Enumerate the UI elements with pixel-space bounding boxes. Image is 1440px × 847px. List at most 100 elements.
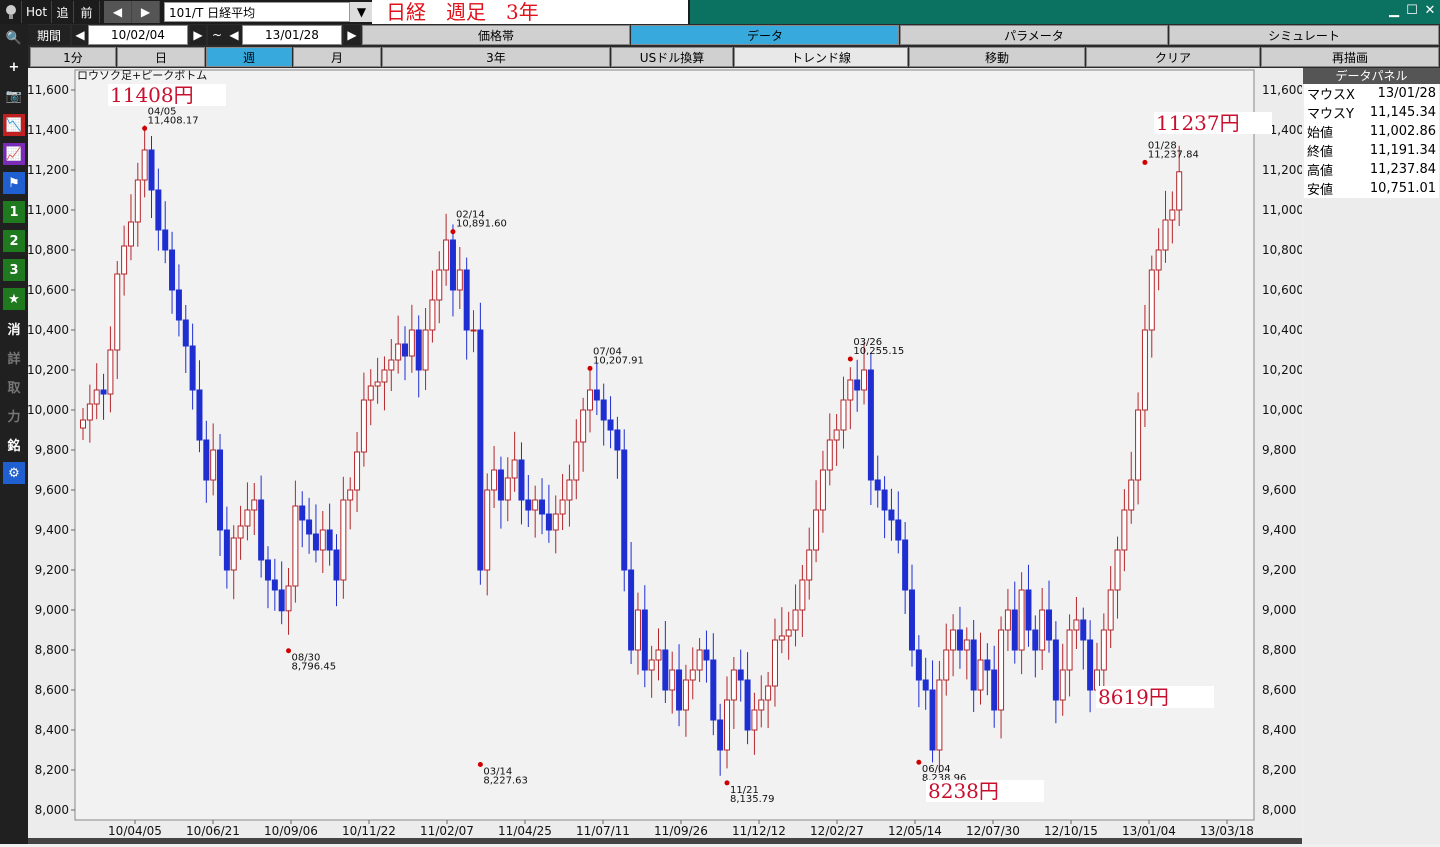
minimize-icon[interactable]: ▁	[1386, 3, 1402, 19]
from-date-input[interactable]: 10/02/04	[88, 25, 188, 45]
power[interactable]: 力	[0, 401, 28, 429]
peak-marker	[1142, 159, 1148, 165]
redraw-button[interactable]: 再描画	[1261, 47, 1439, 67]
y-tick-label-right: 11,600	[1262, 83, 1302, 97]
x-tick-label: 11/02/07	[420, 824, 474, 838]
gear-icon[interactable]: ⚙	[0, 459, 28, 487]
lightbulb-icon[interactable]	[0, 1, 22, 23]
usd-convert-button[interactable]: USドル換算	[611, 47, 733, 67]
right-arrow-icon[interactable]: ▶	[190, 25, 206, 45]
chart-purple-icon[interactable]: 📈	[0, 140, 28, 168]
candle-body	[237, 525, 244, 539]
left-arrow-icon[interactable]: ◀	[104, 1, 132, 23]
candle-body	[758, 699, 765, 711]
candle-body	[607, 419, 614, 431]
follow-button[interactable]: 追	[52, 1, 74, 23]
row-value: 13/01/28	[1377, 86, 1436, 101]
maximize-icon[interactable]: ☐	[1404, 3, 1420, 19]
y-tick-label-right: 11,200	[1262, 163, 1302, 177]
candle-body	[895, 519, 902, 541]
chart-title: 日経 週足 3年	[372, 0, 688, 24]
preset-3[interactable]: 3	[0, 256, 28, 284]
candle-body	[436, 269, 443, 301]
candle-body	[943, 649, 950, 681]
y-tick-label-right: 9,600	[1262, 483, 1296, 497]
interval-month[interactable]: 月	[293, 47, 381, 67]
x-tick-label: 11/09/26	[654, 824, 708, 838]
candle-body	[1080, 619, 1087, 641]
data-row: 終値 11,191.34	[1304, 141, 1439, 160]
detail[interactable]: 詳	[0, 343, 28, 371]
crosshair-icon[interactable]: +	[0, 53, 28, 81]
candle-body	[1176, 171, 1183, 211]
peak-value: 8,796.45	[292, 662, 337, 673]
chart-subtitle: ロウソク足+ピークボトム	[77, 69, 207, 82]
flag-icon[interactable]: ⚑	[0, 169, 28, 197]
x-tick-label: 10/09/06	[264, 824, 318, 838]
candle-body	[593, 389, 600, 401]
candle-body	[121, 245, 128, 275]
candle-body	[525, 499, 532, 511]
move-button[interactable]: 移動	[909, 47, 1085, 67]
candle-body	[676, 669, 683, 711]
chevron-down-icon[interactable]: ▼	[350, 2, 374, 22]
tab-simulate[interactable]: シミュレート	[1169, 25, 1439, 45]
camera-icon[interactable]: 📷	[0, 82, 28, 110]
row-label: 終値	[1307, 145, 1334, 160]
clear-button[interactable]: クリア	[1086, 47, 1260, 67]
preset-2[interactable]: 2	[0, 227, 28, 255]
brand[interactable]: 銘	[0, 430, 28, 458]
interval-1min[interactable]: 1分	[30, 47, 116, 67]
right-arrow-icon[interactable]: ▶	[344, 25, 360, 45]
data-panel-table: マウスX 13/01/28 マウスY 11,145.34 始値 11,002.86 終…	[1304, 84, 1439, 198]
left-arrow-icon[interactable]: ◀	[226, 25, 242, 45]
candle-body	[950, 629, 957, 651]
preset-1[interactable]: 1	[0, 198, 28, 226]
candle-body	[888, 509, 895, 521]
candle-body	[491, 469, 498, 491]
peak-marker	[142, 125, 148, 131]
erase[interactable]: 消	[0, 314, 28, 342]
y-tick-label: 9,200	[35, 563, 69, 577]
data-row: 高値 11,237.84	[1304, 160, 1439, 179]
chart-red-icon[interactable]: 📉	[0, 111, 28, 139]
candle-body	[1011, 609, 1018, 651]
trendline-button[interactable]: トレンド線	[734, 47, 908, 67]
chart-area[interactable]: 8,000 8,000 8,200 8,200 8,400 8,400 8,600 8,600…	[27, 68, 1304, 844]
tilde-label: ~	[208, 25, 226, 45]
search-icon[interactable]: 🔍	[0, 24, 28, 52]
hot-button[interactable]: Hot	[22, 1, 52, 23]
candle-body	[1059, 669, 1066, 701]
interval-day[interactable]: 日	[117, 47, 205, 67]
candle-body	[1100, 629, 1107, 671]
right-arrow-icon[interactable]: ▶	[132, 1, 160, 23]
candle-body	[175, 289, 182, 321]
left-arrow-icon[interactable]: ◀	[72, 25, 88, 45]
candlestick-chart[interactable]: 8,000 8,000 8,200 8,200 8,400 8,400 8,600 8,600…	[27, 68, 1304, 844]
x-tick-label: 12/05/14	[888, 824, 942, 838]
row-value: 11,237.84	[1369, 162, 1436, 177]
tab-parameter[interactable]: パラメータ	[900, 25, 1168, 45]
close-icon[interactable]: ✕	[1422, 3, 1438, 19]
row-label: 安値	[1307, 183, 1334, 198]
to-date-input[interactable]: 13/01/28	[242, 25, 342, 45]
interval-week[interactable]: 週	[206, 47, 292, 67]
candle-body	[299, 505, 306, 521]
y-tick-label-right: 10,400	[1262, 323, 1302, 337]
range-3year[interactable]: 3年	[382, 47, 610, 67]
y-tick-label: 8,200	[35, 763, 69, 777]
candle-body	[539, 499, 546, 515]
star-icon[interactable]: ★	[0, 285, 28, 313]
tab-price-band[interactable]: 価格帯	[362, 25, 630, 45]
candle-body	[429, 299, 436, 331]
take[interactable]: 取	[0, 372, 28, 400]
symbol-select[interactable]: 101/T 日経平均	[164, 2, 350, 22]
prev-button[interactable]: 前	[74, 1, 100, 23]
tab-data[interactable]: データ	[631, 25, 899, 45]
y-tick-label-right: 10,000	[1262, 403, 1302, 417]
candle-body	[641, 609, 648, 671]
candle-body	[819, 469, 826, 511]
y-tick-label: 10,800	[28, 243, 69, 257]
y-tick-label-right: 8,800	[1262, 643, 1296, 657]
row-label: 始値	[1307, 126, 1334, 141]
